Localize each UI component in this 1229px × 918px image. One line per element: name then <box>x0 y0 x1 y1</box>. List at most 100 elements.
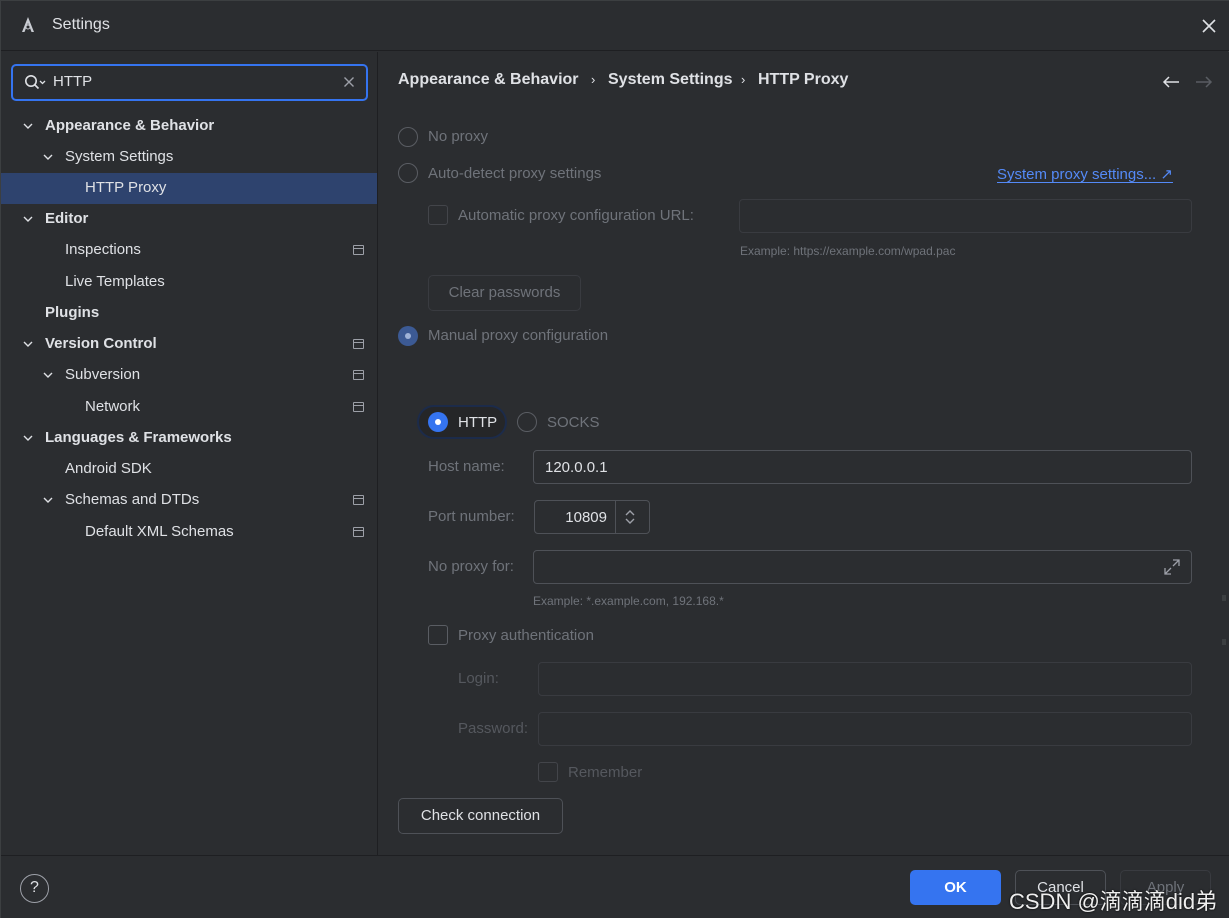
title-bar: Settings <box>1 1 1229 51</box>
tree-item-live-templates[interactable]: Live Templates <box>1 267 377 298</box>
no-proxy-for-input[interactable] <box>533 550 1192 584</box>
manual-proxy-label: Manual proxy configuration <box>428 327 609 344</box>
tree-item-network[interactable]: Network <box>1 392 377 423</box>
http-label: HTTP <box>458 414 498 431</box>
project-settings-icon <box>353 370 364 380</box>
tree-item-label: Subversion <box>65 366 141 383</box>
project-settings-icon <box>353 402 364 412</box>
search-field[interactable]: HTTP <box>11 64 368 101</box>
expand-icon[interactable] <box>1163 558 1181 576</box>
host-name-input[interactable]: 120.0.0.1 <box>533 450 1192 484</box>
tree-item-http-proxy[interactable]: HTTP Proxy <box>1 173 377 204</box>
breadcrumb-item[interactable]: System Settings <box>608 71 732 89</box>
port-number-value: 10809 <box>565 509 607 526</box>
spinner-arrows-icon[interactable] <box>623 508 637 526</box>
tree-item-label: Live Templates <box>65 273 165 290</box>
clear-search-icon[interactable] <box>341 74 357 90</box>
tree-item-subversion[interactable]: Subversion <box>1 360 377 391</box>
tree-item-languages-frameworks[interactable]: Languages & Frameworks <box>1 423 377 454</box>
tree-item-label: Schemas and DTDs <box>65 491 200 508</box>
tree-item-android-sdk[interactable]: Android SDK <box>1 454 377 485</box>
search-input[interactable]: HTTP <box>53 73 92 90</box>
clear-passwords-button[interactable]: Clear passwords <box>428 275 581 311</box>
remember-label: Remember <box>568 764 643 781</box>
auto-config-url-label: Automatic proxy configuration URL: <box>458 207 694 224</box>
tree-item-label: Android SDK <box>65 460 152 477</box>
login-input[interactable] <box>538 662 1192 696</box>
tree-item-label: System Settings <box>65 148 174 165</box>
chevron-down-icon[interactable] <box>42 151 54 163</box>
search-icon[interactable] <box>24 74 46 92</box>
close-icon[interactable] <box>1197 14 1221 38</box>
password-input[interactable] <box>538 712 1192 746</box>
chevron-down-icon[interactable] <box>42 369 54 381</box>
scroll-marker <box>1222 595 1226 601</box>
tree-item-inspections[interactable]: Inspections <box>1 235 377 266</box>
no-proxy-label: No proxy <box>428 128 489 145</box>
tree-item-label: Appearance & Behavior <box>45 117 215 134</box>
tree-item-label: Network <box>85 398 141 415</box>
system-proxy-settings-link[interactable]: System proxy settings... ↗ <box>997 165 1173 183</box>
tree-item-appearance-behavior[interactable]: Appearance & Behavior <box>1 111 377 142</box>
dialog-footer: ? OK Cancel Apply CSDN @滴滴滴did弟 <box>1 855 1229 918</box>
remember-checkbox[interactable] <box>538 762 558 782</box>
http-proxy-settings: No proxy Auto-detect proxy settings Syst… <box>378 105 1229 855</box>
tree-item-label: Plugins <box>45 304 100 321</box>
window-title: Settings <box>52 16 110 33</box>
tree-item-system-settings[interactable]: System Settings <box>1 142 377 173</box>
socks-radio[interactable] <box>517 412 537 432</box>
no-proxy-radio[interactable] <box>398 127 418 147</box>
manual-proxy-radio[interactable] <box>398 326 418 346</box>
port-number-spinner[interactable]: 10809 <box>534 500 650 534</box>
settings-dialog: Settings HTTP Appearance & Behavior Syst… <box>0 0 1229 918</box>
socks-label: SOCKS <box>547 414 600 431</box>
no-proxy-example: Example: *.example.com, 192.168.* <box>533 594 724 608</box>
auto-detect-radio[interactable] <box>398 163 418 183</box>
chevron-down-icon[interactable] <box>22 432 34 444</box>
project-settings-icon <box>353 245 364 255</box>
project-settings-icon <box>353 339 364 349</box>
auto-config-example: Example: https://example.com/wpad.pac <box>740 244 956 258</box>
auto-config-url-input[interactable] <box>739 199 1192 233</box>
project-settings-icon <box>353 527 364 537</box>
settings-content-panel: Appearance & Behavior › System Settings … <box>378 52 1229 855</box>
spinner-divider <box>615 501 616 533</box>
breadcrumb-item[interactable]: Appearance & Behavior <box>398 71 579 89</box>
auto-detect-label: Auto-detect proxy settings <box>428 165 602 182</box>
android-studio-icon <box>22 17 34 32</box>
breadcrumb-item: HTTP Proxy <box>758 71 849 88</box>
scroll-marker <box>1222 639 1226 645</box>
back-arrow-icon[interactable] <box>1161 74 1181 90</box>
tree-item-label: HTTP Proxy <box>85 179 167 196</box>
auto-config-url-checkbox[interactable] <box>428 205 448 225</box>
http-radio[interactable] <box>428 412 448 432</box>
watermark: CSDN @滴滴滴did弟 <box>1009 889 1218 914</box>
chevron-down-icon[interactable] <box>42 494 54 506</box>
password-label: Password: <box>458 720 529 737</box>
tree-item-plugins[interactable]: Plugins <box>1 298 377 329</box>
tree-item-label: Languages & Frameworks <box>45 429 232 446</box>
proxy-authentication-checkbox[interactable] <box>428 625 448 645</box>
host-name-value: 120.0.0.1 <box>545 459 608 476</box>
help-icon[interactable]: ? <box>20 874 49 903</box>
breadcrumb-separator: › <box>591 72 596 87</box>
no-proxy-for-label: No proxy for: <box>428 558 514 575</box>
check-connection-button[interactable]: Check connection <box>398 798 563 834</box>
chevron-down-icon[interactable] <box>22 120 34 132</box>
breadcrumb: Appearance & Behavior › System Settings … <box>378 52 1229 105</box>
chevron-down-icon[interactable] <box>22 338 34 350</box>
tree-item-schemas-dtds[interactable]: Schemas and DTDs <box>1 485 377 516</box>
host-name-label: Host name: <box>428 458 505 475</box>
breadcrumb-separator: › <box>741 72 746 87</box>
tree-item-label: Inspections <box>65 241 141 258</box>
login-label: Login: <box>458 670 499 687</box>
chevron-down-icon[interactable] <box>22 213 34 225</box>
tree-item-label: Default XML Schemas <box>85 523 234 540</box>
tree-item-version-control[interactable]: Version Control <box>1 329 377 360</box>
tree-item-default-xml-schemas[interactable]: Default XML Schemas <box>1 517 377 548</box>
forward-arrow-icon[interactable] <box>1194 74 1214 90</box>
ok-button[interactable]: OK <box>910 870 1001 905</box>
port-number-label: Port number: <box>428 508 515 525</box>
tree-item-editor[interactable]: Editor <box>1 204 377 235</box>
settings-sidebar: HTTP Appearance & Behavior System Settin… <box>1 52 378 855</box>
